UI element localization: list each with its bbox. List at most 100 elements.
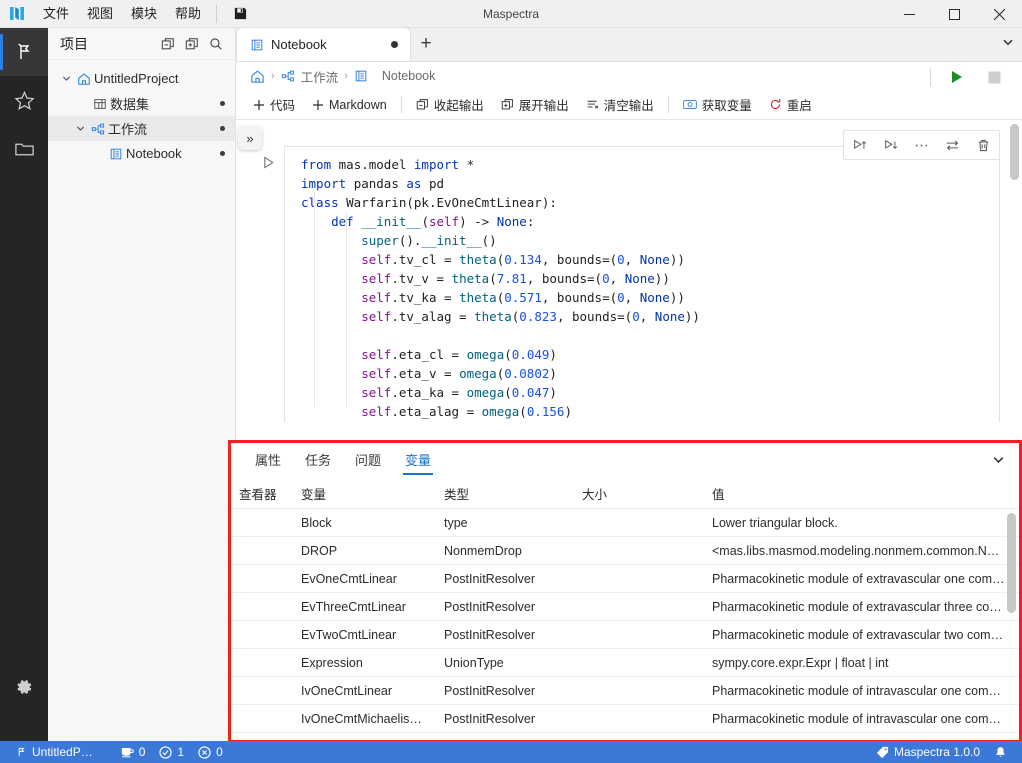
run-above-icon[interactable] [844, 131, 875, 159]
activity-settings[interactable] [0, 663, 48, 711]
run-icon[interactable] [941, 70, 973, 84]
minimize-button[interactable] [887, 0, 932, 28]
column-header-size: 大小 [582, 488, 608, 502]
status-ok[interactable]: 1 [152, 741, 191, 763]
status-kernel[interactable]: 0 [114, 741, 153, 763]
restart-button[interactable]: 重启 [762, 92, 819, 117]
column-header-type: 类型 [444, 488, 470, 502]
chevron-down-icon[interactable] [1002, 36, 1014, 48]
close-button[interactable] [977, 0, 1022, 28]
table-row[interactable]: Block type Lower triangular block. [231, 509, 1019, 537]
get-variables-button[interactable]: 获取变量 [676, 92, 759, 117]
table-row[interactable]: EvThreeCmtLinear PostInitResolver Pharmaco… [231, 593, 1019, 621]
variables-scrollbar[interactable] [1007, 513, 1016, 613]
tab-notebook[interactable]: Notebook [236, 27, 411, 61]
maximize-button[interactable] [932, 0, 977, 28]
new-tab-button[interactable]: + [411, 27, 441, 61]
code-token: ) -> [459, 214, 497, 229]
add-markdown-cell-button[interactable]: Markdown [305, 95, 394, 115]
breadcrumb-separator: › [271, 70, 275, 82]
notebook-cell[interactable]: from mas.model import * import pandas as … [252, 146, 1000, 422]
code-token: 0.049 [511, 347, 550, 362]
code-token: () [481, 233, 497, 248]
activity-favorites[interactable] [0, 76, 48, 124]
breadcrumb-workflow-icon[interactable] [281, 69, 295, 83]
breadcrumb-notebook-icon[interactable] [354, 69, 368, 83]
project-tree: UntitledProject 数据集 工作流 Notebook [48, 60, 235, 166]
expand-all-icon[interactable] [181, 33, 203, 55]
status-version[interactable]: Maspectra 1.0.0 [869, 741, 987, 763]
divider [667, 96, 669, 113]
code-text[interactable]: from mas.model import * import pandas as … [285, 155, 999, 421]
breadcrumb-item-workflow[interactable]: 工作流 [301, 67, 339, 86]
more-icon[interactable] [906, 131, 937, 159]
tree-item-dataset[interactable]: 数据集 [48, 91, 235, 116]
breadcrumb-home-icon[interactable] [250, 69, 265, 84]
table-row[interactable]: IvOneCmtLinear PostInitResolver Pharmacoki… [231, 677, 1019, 705]
table-row[interactable]: DROP NonmemDrop <mas.libs.masmod.modeling.… [231, 537, 1019, 565]
tab-problems[interactable]: 问题 [343, 443, 393, 479]
run-below-icon[interactable] [875, 131, 906, 159]
tab-variables[interactable]: 变量 [393, 443, 443, 479]
modified-dot [220, 126, 225, 131]
save-button[interactable] [223, 0, 257, 28]
tree-item-workflow[interactable]: 工作流 [48, 116, 235, 141]
code-token: class [301, 195, 347, 210]
add-code-cell-button[interactable]: 代码 [246, 92, 302, 117]
clear-output-button[interactable]: 清空输出 [579, 92, 661, 117]
cell-type: PostInitResolver [444, 599, 536, 614]
breadcrumb-item-notebook[interactable]: Notebook [382, 69, 436, 83]
menu-view[interactable]: 视图 [78, 0, 122, 28]
table-row[interactable]: Expression UnionType sympy.core.expr.Expr … [231, 649, 1019, 677]
code-token: self [361, 404, 392, 419]
collapse-sidebar-button[interactable]: » [238, 126, 262, 150]
activity-folder[interactable] [0, 124, 48, 172]
notebook-scrollbar[interactable] [1010, 124, 1019, 180]
gear-icon [14, 677, 34, 697]
status-error-count: 0 [216, 745, 223, 759]
table-row[interactable]: IvOneCmtMichaelis… PostInitResolver Pharma… [231, 705, 1019, 733]
code-token: 0.134 [504, 252, 542, 267]
status-notifications[interactable] [987, 741, 1014, 763]
code-token: )) [684, 309, 700, 324]
activity-workflow[interactable] [0, 28, 48, 76]
cell-editor[interactable]: from mas.model import * import pandas as … [284, 146, 1000, 422]
move-icon[interactable] [937, 131, 968, 159]
code-line: self.eta_cl = omega(0.049) [301, 345, 999, 364]
cell-variable: DROP [301, 543, 338, 558]
unsaved-dot[interactable] [391, 41, 398, 48]
tree-item-untitledproject[interactable]: UntitledProject [48, 66, 235, 91]
cell-value: sympy.core.expr.Expr | float | int [712, 655, 889, 670]
tree-item-notebook[interactable]: Notebook [48, 141, 235, 166]
tab-properties[interactable]: 属性 [243, 443, 293, 479]
table-row[interactable]: EvTwoCmtLinear PostInitResolver Pharmacoki… [231, 621, 1019, 649]
table-row[interactable]: EvOneCmtLinear PostInitResolver Pharmacoki… [231, 565, 1019, 593]
collapse-all-icon[interactable] [157, 33, 179, 55]
cell-value: Pharmacokinetic module of intravascular … [712, 711, 1008, 726]
cell-variable: IvOneCmtMichaelis… [301, 711, 422, 726]
status-error[interactable]: 0 [191, 741, 230, 763]
status-kernel-count: 0 [138, 745, 146, 759]
expand-output-button[interactable]: 展开输出 [494, 92, 576, 117]
collapse-output-button[interactable]: 收起输出 [409, 92, 491, 117]
menu-module[interactable]: 模块 [122, 0, 166, 28]
tab-tasks[interactable]: 任务 [293, 443, 343, 479]
stop-icon[interactable] [979, 71, 1010, 84]
code-token: super [301, 233, 399, 248]
kernel-icon [121, 746, 134, 758]
chevron-down-icon[interactable] [72, 124, 88, 133]
chevron-down-icon[interactable] [58, 74, 74, 83]
folder-icon [14, 138, 35, 159]
chevron-down-icon[interactable] [992, 453, 1005, 466]
code-token: 0 [617, 290, 625, 305]
menu-file[interactable]: 文件 [34, 0, 78, 28]
code-token: .tv_ka = [391, 290, 460, 305]
code-token: , bounds=( [556, 309, 633, 324]
search-icon[interactable] [205, 33, 227, 55]
status-project[interactable]: UntitledP… [8, 741, 100, 763]
cell-run-button[interactable] [252, 146, 284, 422]
delete-icon[interactable] [968, 131, 999, 159]
menu-help[interactable]: 帮助 [166, 0, 210, 28]
code-token: * [459, 157, 475, 172]
code-token: ) [564, 404, 572, 419]
